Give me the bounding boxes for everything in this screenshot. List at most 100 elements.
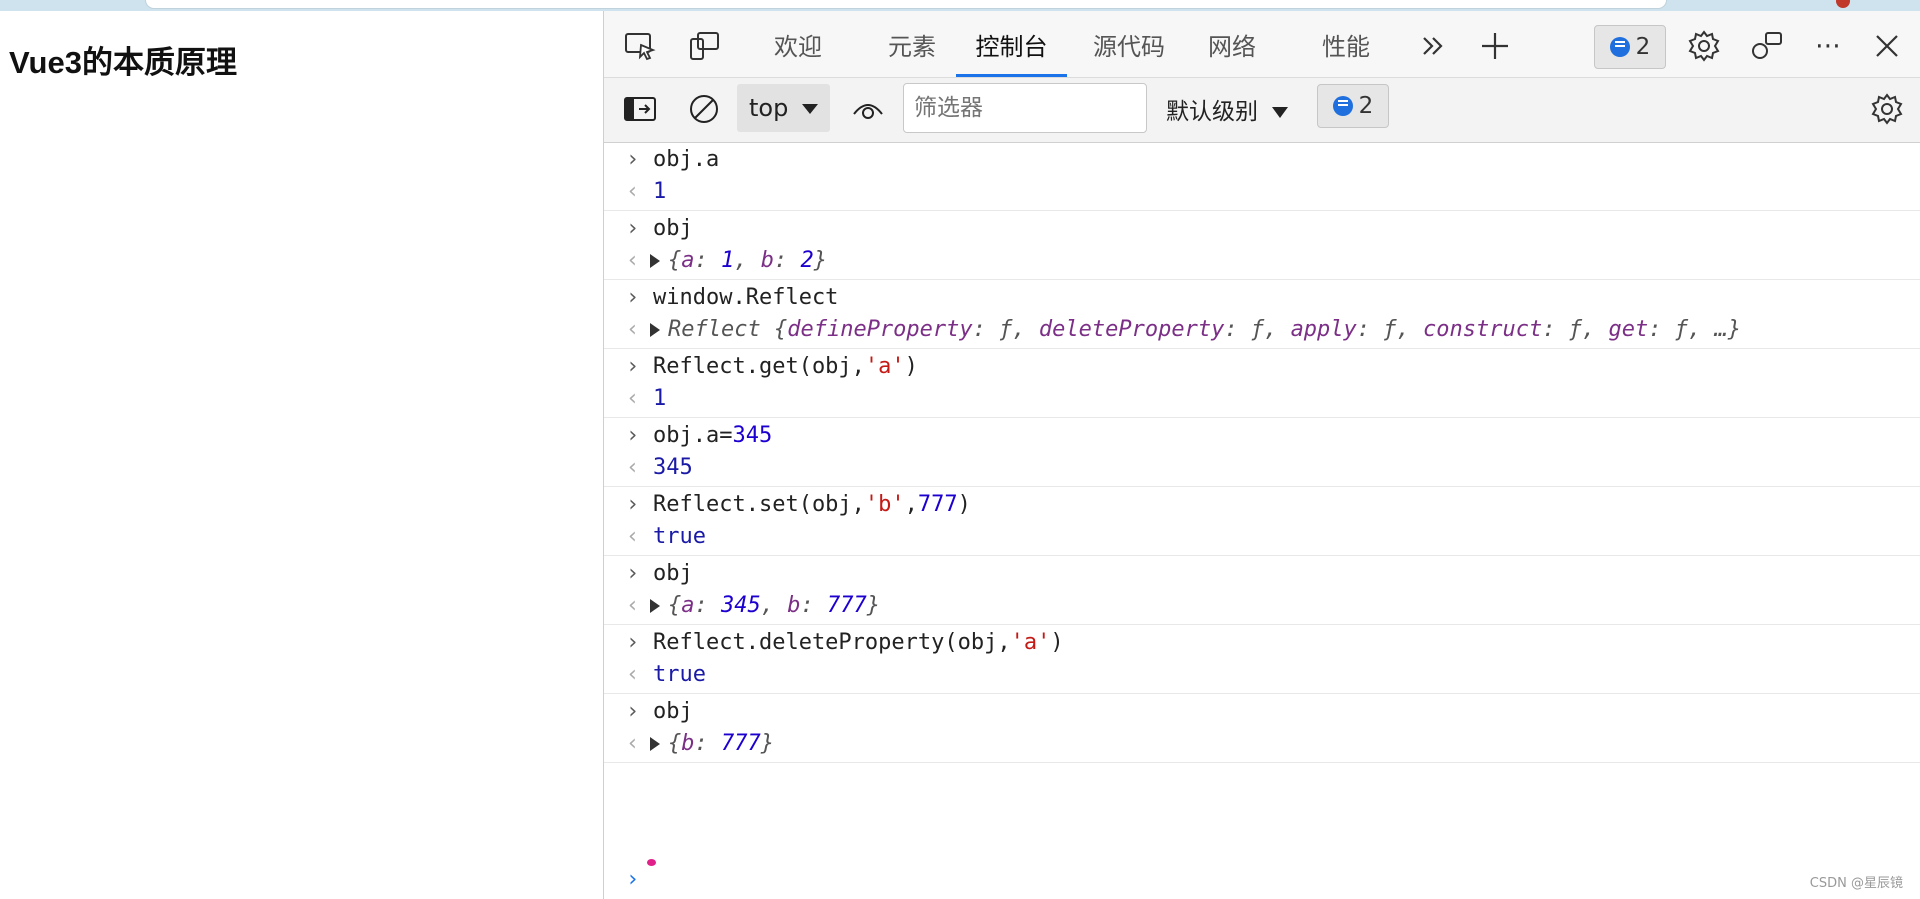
address-bar[interactable]	[145, 0, 1667, 9]
object-preview[interactable]: {b: 777}	[668, 731, 774, 756]
expand-triangle-icon[interactable]	[650, 254, 660, 268]
customize-icon[interactable]	[1749, 29, 1785, 63]
chevron-right-icon: ›	[626, 561, 640, 586]
issues-badge-toolbar[interactable]: 2	[1317, 84, 1389, 128]
chevron-left-icon: ‹	[626, 662, 640, 687]
console-input-line: › obj	[604, 213, 1920, 245]
chevron-right-icon: ›	[626, 423, 640, 448]
log-levels-label: 默认级别	[1166, 99, 1258, 125]
object-punct: :	[694, 248, 721, 273]
expand-triangle-icon[interactable]	[650, 323, 660, 337]
browser-top-strip	[0, 0, 1920, 11]
settings-icon[interactable]	[1686, 29, 1722, 63]
console-output-line: ‹ true	[604, 521, 1920, 553]
clear-console-icon[interactable]	[686, 92, 722, 126]
object-punct: : ƒ,	[1224, 317, 1291, 342]
console-settings-icon[interactable]	[1869, 92, 1905, 126]
console-entry: › Reflect.deleteProperty(obj,'a') ‹ true	[604, 625, 1920, 694]
console-input-line: › window.Reflect	[604, 282, 1920, 314]
object-punct: : ƒ,	[1648, 317, 1715, 342]
object-preview[interactable]: {a: 1, b: 2}	[668, 248, 827, 273]
more-options-icon[interactable]: ⋯	[1810, 29, 1846, 63]
issues-count: 2	[1635, 34, 1651, 60]
console-entry: › obj ‹ {a: 1, b: 2}	[604, 211, 1920, 280]
object-value: 2	[800, 248, 814, 273]
more-tabs-icon[interactable]	[1415, 29, 1451, 63]
code-token: obj	[653, 216, 693, 241]
object-key: get	[1608, 317, 1649, 342]
console-output-line: ‹ true	[604, 659, 1920, 691]
log-levels-dropdown[interactable]: 默认级别	[1166, 92, 1288, 126]
tab-sources[interactable]: 源代码	[1074, 26, 1184, 77]
chevron-left-icon: ‹	[626, 179, 640, 204]
code-token: 345	[732, 423, 773, 448]
chevron-left-icon: ‹	[626, 455, 640, 480]
console-entry: › window.Reflect ‹ Reflect {defineProperty:…	[604, 280, 1920, 349]
code-token: )	[1050, 630, 1064, 655]
expand-triangle-icon[interactable]	[650, 737, 660, 751]
result-value: 345	[653, 455, 693, 480]
chevron-left-icon: ‹	[626, 317, 640, 342]
device-emulation-icon[interactable]	[686, 29, 722, 63]
console-output-line: ‹ 345	[604, 452, 1920, 484]
console-output-line: ‹ {b: 777}	[604, 728, 1920, 760]
code-token: Reflect.deleteProperty(obj,	[653, 630, 1011, 655]
object-value: 777	[827, 593, 867, 618]
console-input-line: › Reflect.get(obj,'a')	[604, 351, 1920, 383]
chevron-right-icon: ›	[626, 216, 640, 241]
code-token: )	[957, 492, 971, 517]
result-value: true	[653, 662, 706, 687]
cursor-marker	[647, 859, 656, 866]
code-token: obj.a	[653, 147, 720, 172]
message-icon	[1609, 37, 1630, 57]
object-preview[interactable]: Reflect {defineProperty: ƒ, deleteProper…	[668, 317, 1741, 342]
console-output[interactable]: › obj.a ‹ 1 › obj ‹ {a: 1, b: 2} › window.Reflect…	[604, 142, 1920, 899]
console-output-line: ‹ 1	[604, 383, 1920, 415]
context-selector[interactable]: top	[737, 84, 830, 132]
code-token: obj	[653, 561, 693, 586]
sidebar-toggle-icon[interactable]	[622, 92, 658, 126]
inspect-element-icon[interactable]	[622, 29, 658, 63]
tab-network[interactable]: 网络	[1186, 26, 1278, 77]
console-output-line: ‹ 1	[604, 176, 1920, 208]
context-label: top	[749, 94, 789, 122]
object-punct: {	[668, 731, 682, 756]
object-preview[interactable]: {a: 345, b: 777}	[668, 593, 880, 618]
console-toolbar: top 默认级别 2	[604, 77, 1920, 143]
live-expression-eye-icon[interactable]	[850, 92, 886, 126]
object-punct: :	[774, 248, 801, 273]
console-input-line: › obj	[604, 558, 1920, 590]
devtools-panel: 欢迎 元素 控制台 源代码 网络 性能 2 ⋯ top 筛选器 默认级别 2 ›…	[603, 11, 1920, 899]
tab-console[interactable]: 控制台	[956, 26, 1067, 77]
code-token: window.Reflect	[653, 285, 839, 310]
tab-performance[interactable]: 性能	[1300, 26, 1392, 77]
object-key: apply	[1290, 317, 1357, 342]
expand-triangle-icon[interactable]	[650, 599, 660, 613]
close-icon[interactable]	[1869, 29, 1905, 63]
issues-count: 2	[1358, 93, 1374, 119]
page-title: Vue3的本质原理	[9, 45, 237, 80]
tab-elements[interactable]: 元素	[866, 26, 958, 77]
object-punct: ,	[734, 248, 761, 273]
object-key: b	[681, 731, 695, 756]
code-token: 'b'	[864, 492, 905, 517]
chevron-right-icon: ›	[626, 630, 640, 655]
filter-input[interactable]	[903, 83, 1147, 133]
chevron-left-icon: ‹	[626, 731, 640, 756]
profile-avatar[interactable]	[1836, 0, 1850, 8]
object-punct: : ƒ,	[1356, 317, 1424, 342]
console-output-line: ‹ {a: 1, b: 2}	[604, 245, 1920, 277]
object-punct: Reflect {	[668, 317, 788, 342]
console-input-line: › obj	[604, 696, 1920, 728]
object-key: defineProperty	[787, 317, 973, 342]
issues-badge[interactable]: 2	[1594, 25, 1666, 69]
add-tab-icon[interactable]	[1477, 29, 1513, 63]
tab-welcome[interactable]: 欢迎	[752, 26, 844, 77]
console-prompt-icon[interactable]: ›	[626, 867, 639, 892]
code-token: 'a'	[864, 354, 905, 379]
object-punct: …	[1714, 317, 1728, 342]
result-value: 1	[653, 179, 667, 204]
code-token: obj.a=	[653, 423, 733, 448]
object-punct: ,	[760, 593, 788, 618]
code-token: )	[904, 354, 918, 379]
